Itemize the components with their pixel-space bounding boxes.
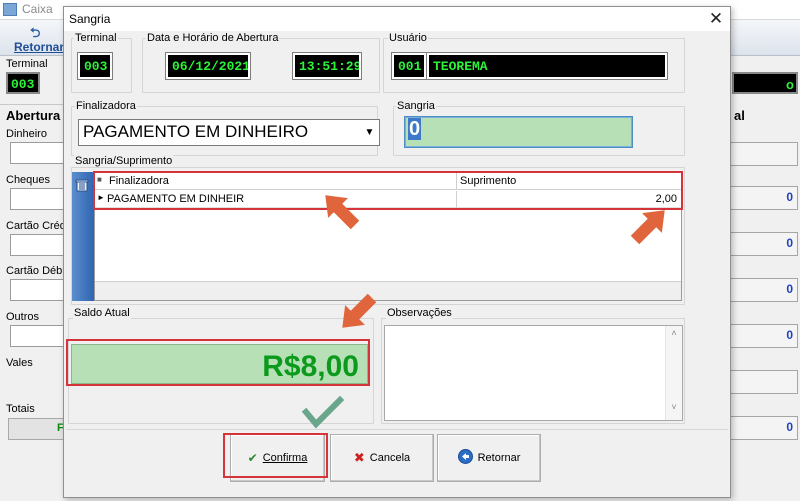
arrow-annotation-suprimento [630,210,665,245]
arrow-annotation-finalizadora [325,195,360,230]
annotation-arrows [301,195,665,429]
checkmark-annotation-icon [301,395,345,429]
arrow-annotation-saldo [342,293,377,328]
